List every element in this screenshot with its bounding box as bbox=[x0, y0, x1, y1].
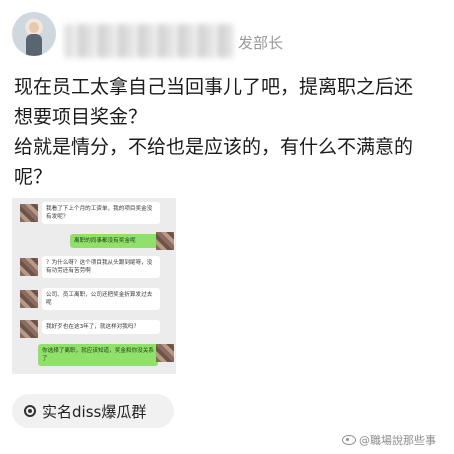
contact-avatar-pixelated bbox=[20, 320, 38, 338]
avatar-head bbox=[29, 22, 39, 33]
topic-tag-label: 实名diss爆瓜群 bbox=[42, 402, 147, 421]
author-avatar[interactable] bbox=[12, 12, 56, 56]
chat-message-incoming: ？为什么呀？这个项目我从头跟到尾呀，没有功劳还有苦劳啊 bbox=[42, 256, 160, 278]
contact-avatar-pixelated bbox=[20, 258, 38, 276]
contact-avatar-pixelated bbox=[20, 290, 38, 308]
chat-message-incoming: 我好歹也在这3年了，就这样对我吗？ bbox=[42, 320, 160, 334]
post-line: 呢？ bbox=[14, 166, 53, 188]
watermark-text: @職場說那些事 bbox=[359, 434, 436, 447]
self-avatar-pixelated bbox=[156, 232, 174, 250]
weibo-logo-icon bbox=[342, 435, 356, 445]
chat-message-incoming: 公司、员工离职，公司还把奖金折算发过去呢 bbox=[42, 288, 160, 310]
avatar-body bbox=[26, 34, 42, 56]
post-text: 现在员工太拿自己当回事儿了吧，提离职之后还 想要项目奖金？ 给就是情分，不给也是… bbox=[14, 72, 446, 192]
contact-avatar-pixelated bbox=[20, 204, 38, 222]
chat-screenshot-image[interactable]: 我看了下上个月的工资单，我的项目奖金没有发呢？ 离职的同事都没有奖金呢 ？为什么… bbox=[12, 198, 176, 374]
topic-tag-button[interactable]: 实名diss爆瓜群 bbox=[12, 394, 174, 428]
author-name-redacted bbox=[64, 24, 234, 58]
chat-message-outgoing: 你选择了离职，就应该知道，奖金和你没关系了 bbox=[38, 344, 158, 366]
chat-message-outgoing: 离职的同事都没有奖金呢 bbox=[70, 234, 160, 248]
post-line: 给就是情分，不给也是应该的，有什么不满意的 bbox=[14, 136, 414, 158]
weibo-watermark: @職場說那些事 bbox=[342, 432, 436, 448]
target-icon bbox=[24, 405, 36, 417]
author-name[interactable]: 发部长 bbox=[238, 32, 283, 53]
self-avatar-pixelated bbox=[156, 344, 174, 362]
post-line: 现在员工太拿自己当回事儿了吧，提离职之后还 bbox=[14, 76, 414, 98]
chat-message-incoming: 我看了下上个月的工资单，我的项目奖金没有发呢？ bbox=[42, 202, 160, 224]
post-line: 想要项目奖金？ bbox=[14, 106, 148, 128]
